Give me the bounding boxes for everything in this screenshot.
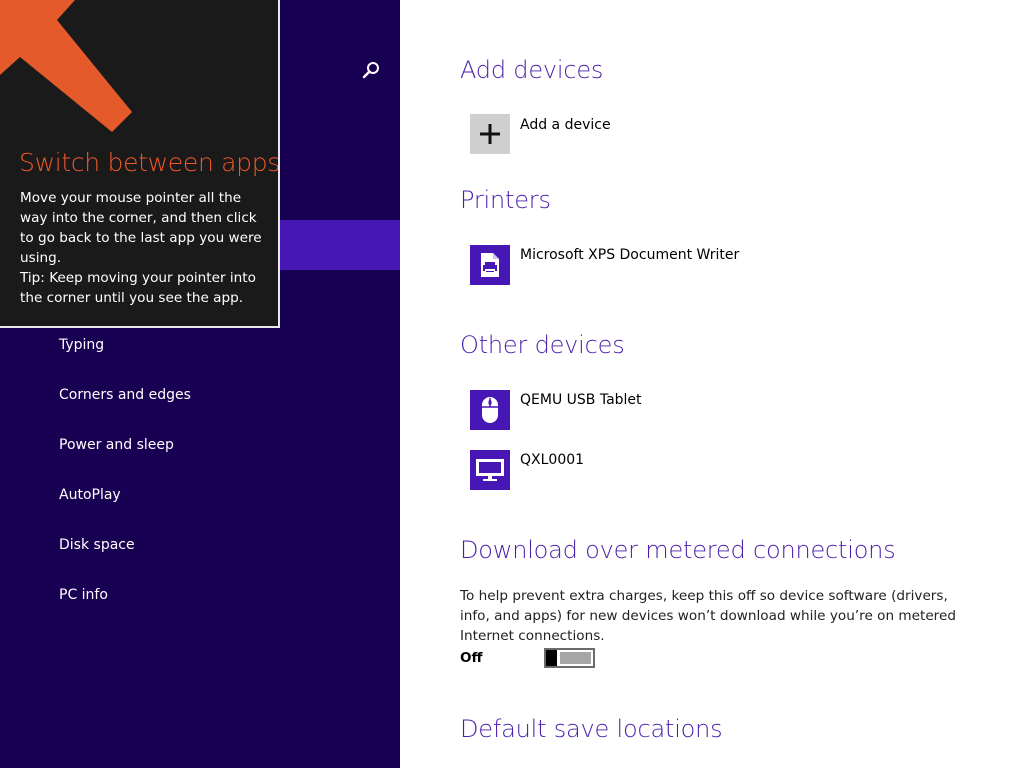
- metered-toggle-state: Off: [460, 650, 483, 666]
- device-tile-qemu-tablet[interactable]: [470, 390, 510, 430]
- device-tile-qxl0001[interactable]: [470, 450, 510, 490]
- sidebar-item-disk-space[interactable]: Disk space: [59, 535, 135, 555]
- device-tile-xps-writer[interactable]: [470, 245, 510, 285]
- add-device-button[interactable]: [470, 114, 510, 154]
- section-heading-save-locations: Default save locations: [460, 715, 723, 743]
- sidebar-item-power-and-sleep[interactable]: Power and sleep: [59, 435, 174, 455]
- plus-icon: [480, 124, 500, 144]
- device-label-xps-writer[interactable]: Microsoft XPS Document Writer: [520, 247, 739, 263]
- tooltip-body: Move your mouse pointer all the way into…: [20, 188, 265, 308]
- mouse-icon: [482, 397, 498, 423]
- tooltip-tip-text: Tip: Keep moving your pointer into the c…: [20, 270, 256, 306]
- device-label-qxl0001[interactable]: QXL0001: [520, 452, 584, 468]
- sidebar-item-pc-info[interactable]: PC info: [59, 585, 108, 605]
- arrow-up-left-icon: [0, 0, 132, 132]
- metered-toggle[interactable]: [544, 648, 595, 668]
- sidebar-item-corners-and-edges[interactable]: Corners and edges: [59, 385, 191, 405]
- tooltip-body-text: Move your mouse pointer all the way into…: [20, 190, 262, 266]
- toggle-track: [560, 652, 591, 664]
- section-heading-add-devices: Add devices: [460, 56, 604, 84]
- add-device-label[interactable]: Add a device: [520, 117, 611, 133]
- printer-icon: [481, 253, 499, 277]
- device-label-qemu-tablet[interactable]: QEMU USB Tablet: [520, 392, 642, 408]
- metered-description: To help prevent extra charges, keep this…: [460, 588, 956, 644]
- search-icon[interactable]: [361, 60, 381, 80]
- sidebar-item-typing[interactable]: Typing: [59, 335, 104, 355]
- tooltip-title: Switch between apps: [19, 148, 280, 177]
- monitor-icon: [476, 459, 504, 481]
- section-heading-other-devices: Other devices: [460, 331, 625, 359]
- section-heading-printers: Printers: [460, 186, 551, 214]
- toggle-thumb[interactable]: [546, 650, 557, 666]
- switch-apps-tooltip: Switch between apps Move your mouse poin…: [0, 0, 280, 328]
- section-heading-metered: Download over metered connections: [460, 536, 896, 564]
- sidebar-item-autoplay[interactable]: AutoPlay: [59, 485, 121, 505]
